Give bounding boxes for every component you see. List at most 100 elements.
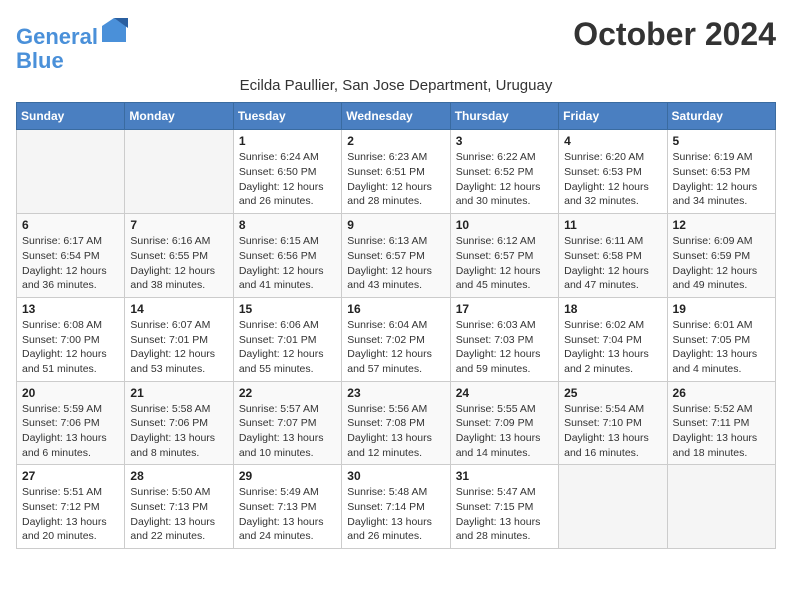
day-info: Sunrise: 6:01 AMSunset: 7:05 PMDaylight:… <box>673 318 770 377</box>
calendar-cell: 12Sunrise: 6:09 AMSunset: 6:59 PMDayligh… <box>667 214 775 298</box>
day-number: 12 <box>673 218 770 232</box>
calendar-cell: 1 Sunrise: 6:24 AMSunset: 6:50 PMDaylight… <box>233 130 341 214</box>
day-info: Sunrise: 6:19 AMSunset: 6:53 PMDaylight:… <box>673 150 770 209</box>
day-info: Sunrise: 5:48 AMSunset: 7:14 PMDaylight:… <box>347 485 444 544</box>
day-number: 22 <box>239 386 336 400</box>
week-row-2: 6Sunrise: 6:17 AMSunset: 6:54 PMDaylight… <box>17 214 776 298</box>
day-number: 10 <box>456 218 553 232</box>
day-number: 27 <box>22 469 119 483</box>
day-info: Sunrise: 5:57 AMSunset: 7:07 PMDaylight:… <box>239 402 336 461</box>
day-number: 21 <box>130 386 227 400</box>
column-header-monday: Monday <box>125 103 233 130</box>
logo-line2: Blue <box>16 48 64 73</box>
calendar-cell: 7 Sunrise: 6:16 AMSunset: 6:55 PMDaylight… <box>125 214 233 298</box>
day-number: 28 <box>130 469 227 483</box>
day-info: Sunrise: 5:52 AMSunset: 7:11 PMDaylight:… <box>673 402 770 461</box>
logo-line1: General <box>16 24 98 49</box>
calendar-cell: 5 Sunrise: 6:19 AMSunset: 6:53 PMDaylight… <box>667 130 775 214</box>
calendar-cell: 22 Sunrise: 5:57 AMSunset: 7:07 PMDayligh… <box>233 381 341 465</box>
day-info: Sunrise: 5:51 AMSunset: 7:12 PMDaylight:… <box>22 485 119 544</box>
day-number: 6 <box>22 218 119 232</box>
week-row-3: 13 Sunrise: 6:08 AMSunset: 7:00 PMDayligh… <box>17 297 776 381</box>
day-info: Sunrise: 5:56 AMSunset: 7:08 PMDaylight:… <box>347 402 444 461</box>
week-row-5: 27 Sunrise: 5:51 AMSunset: 7:12 PMDayligh… <box>17 465 776 549</box>
day-number: 5 <box>673 134 770 148</box>
day-info: Sunrise: 6:03 AMSunset: 7:03 PMDaylight:… <box>456 318 553 377</box>
week-row-4: 20 Sunrise: 5:59 AMSunset: 7:06 PMDayligh… <box>17 381 776 465</box>
calendar-cell: 30 Sunrise: 5:48 AMSunset: 7:14 PMDayligh… <box>342 465 450 549</box>
week-row-1: 1 Sunrise: 6:24 AMSunset: 6:50 PMDaylight… <box>17 130 776 214</box>
calendar-cell: 25 Sunrise: 5:54 AMSunset: 7:10 PMDayligh… <box>559 381 667 465</box>
calendar-cell: 4Sunrise: 6:20 AMSunset: 6:53 PMDaylight… <box>559 130 667 214</box>
calendar-cell: 16 Sunrise: 6:04 AMSunset: 7:02 PMDayligh… <box>342 297 450 381</box>
calendar-cell: 17Sunrise: 6:03 AMSunset: 7:03 PMDayligh… <box>450 297 558 381</box>
calendar-cell: 6Sunrise: 6:17 AMSunset: 6:54 PMDaylight… <box>17 214 125 298</box>
day-number: 18 <box>564 302 661 316</box>
day-number: 20 <box>22 386 119 400</box>
page-header: General Blue October 2024 <box>16 16 776 73</box>
day-number: 16 <box>347 302 444 316</box>
day-number: 2 <box>347 134 444 148</box>
calendar-table: SundayMondayTuesdayWednesdayThursdayFrid… <box>16 102 776 549</box>
day-number: 1 <box>239 134 336 148</box>
column-header-tuesday: Tuesday <box>233 103 341 130</box>
day-number: 7 <box>130 218 227 232</box>
day-number: 13 <box>22 302 119 316</box>
day-info: Sunrise: 5:59 AMSunset: 7:06 PMDaylight:… <box>22 402 119 461</box>
day-number: 26 <box>673 386 770 400</box>
calendar-cell: 11Sunrise: 6:11 AMSunset: 6:58 PMDayligh… <box>559 214 667 298</box>
calendar-cell: 13 Sunrise: 6:08 AMSunset: 7:00 PMDayligh… <box>17 297 125 381</box>
day-number: 25 <box>564 386 661 400</box>
day-info: Sunrise: 6:02 AMSunset: 7:04 PMDaylight:… <box>564 318 661 377</box>
calendar-cell: 26 Sunrise: 5:52 AMSunset: 7:11 PMDayligh… <box>667 381 775 465</box>
day-info: Sunrise: 6:06 AMSunset: 7:01 PMDaylight:… <box>239 318 336 377</box>
day-info: Sunrise: 5:54 AMSunset: 7:10 PMDaylight:… <box>564 402 661 461</box>
logo-icon <box>100 16 128 44</box>
day-number: 15 <box>239 302 336 316</box>
column-header-friday: Friday <box>559 103 667 130</box>
day-info: Sunrise: 6:24 AMSunset: 6:50 PMDaylight:… <box>239 150 336 209</box>
day-number: 8 <box>239 218 336 232</box>
calendar-cell: 21Sunrise: 5:58 AMSunset: 7:06 PMDayligh… <box>125 381 233 465</box>
calendar-cell: 31 Sunrise: 5:47 AMSunset: 7:15 PMDayligh… <box>450 465 558 549</box>
day-info: Sunrise: 6:13 AMSunset: 6:57 PMDaylight:… <box>347 234 444 293</box>
day-info: Sunrise: 6:08 AMSunset: 7:00 PMDaylight:… <box>22 318 119 377</box>
column-header-saturday: Saturday <box>667 103 775 130</box>
day-number: 23 <box>347 386 444 400</box>
calendar-cell: 24Sunrise: 5:55 AMSunset: 7:09 PMDayligh… <box>450 381 558 465</box>
day-number: 30 <box>347 469 444 483</box>
calendar-cell: 10 Sunrise: 6:12 AMSunset: 6:57 PMDayligh… <box>450 214 558 298</box>
calendar-cell: 15 Sunrise: 6:06 AMSunset: 7:01 PMDayligh… <box>233 297 341 381</box>
calendar-cell <box>17 130 125 214</box>
day-info: Sunrise: 6:16 AMSunset: 6:55 PMDaylight:… <box>130 234 227 293</box>
calendar-cell: 14Sunrise: 6:07 AMSunset: 7:01 PMDayligh… <box>125 297 233 381</box>
day-number: 3 <box>456 134 553 148</box>
day-info: Sunrise: 5:50 AMSunset: 7:13 PMDaylight:… <box>130 485 227 544</box>
day-info: Sunrise: 6:07 AMSunset: 7:01 PMDaylight:… <box>130 318 227 377</box>
calendar-cell: 19 Sunrise: 6:01 AMSunset: 7:05 PMDayligh… <box>667 297 775 381</box>
calendar-cell: 18 Sunrise: 6:02 AMSunset: 7:04 PMDayligh… <box>559 297 667 381</box>
logo: General Blue <box>16 16 128 73</box>
day-info: Sunrise: 6:20 AMSunset: 6:53 PMDaylight:… <box>564 150 661 209</box>
day-info: Sunrise: 6:22 AMSunset: 6:52 PMDaylight:… <box>456 150 553 209</box>
month-title: October 2024 <box>573 16 776 53</box>
column-header-wednesday: Wednesday <box>342 103 450 130</box>
calendar-cell: 20 Sunrise: 5:59 AMSunset: 7:06 PMDayligh… <box>17 381 125 465</box>
day-number: 9 <box>347 218 444 232</box>
day-info: Sunrise: 6:12 AMSunset: 6:57 PMDaylight:… <box>456 234 553 293</box>
calendar-cell: 29Sunrise: 5:49 AMSunset: 7:13 PMDayligh… <box>233 465 341 549</box>
day-info: Sunrise: 6:23 AMSunset: 6:51 PMDaylight:… <box>347 150 444 209</box>
day-info: Sunrise: 6:04 AMSunset: 7:02 PMDaylight:… <box>347 318 444 377</box>
calendar-cell: 9 Sunrise: 6:13 AMSunset: 6:57 PMDaylight… <box>342 214 450 298</box>
calendar-cell: 2 Sunrise: 6:23 AMSunset: 6:51 PMDaylight… <box>342 130 450 214</box>
calendar-cell <box>667 465 775 549</box>
day-number: 31 <box>456 469 553 483</box>
calendar-cell: 28 Sunrise: 5:50 AMSunset: 7:13 PMDayligh… <box>125 465 233 549</box>
calendar-header-row: SundayMondayTuesdayWednesdayThursdayFrid… <box>17 103 776 130</box>
day-info: Sunrise: 5:49 AMSunset: 7:13 PMDaylight:… <box>239 485 336 544</box>
day-number: 19 <box>673 302 770 316</box>
column-header-thursday: Thursday <box>450 103 558 130</box>
calendar-cell <box>559 465 667 549</box>
day-info: Sunrise: 5:47 AMSunset: 7:15 PMDaylight:… <box>456 485 553 544</box>
day-number: 11 <box>564 218 661 232</box>
